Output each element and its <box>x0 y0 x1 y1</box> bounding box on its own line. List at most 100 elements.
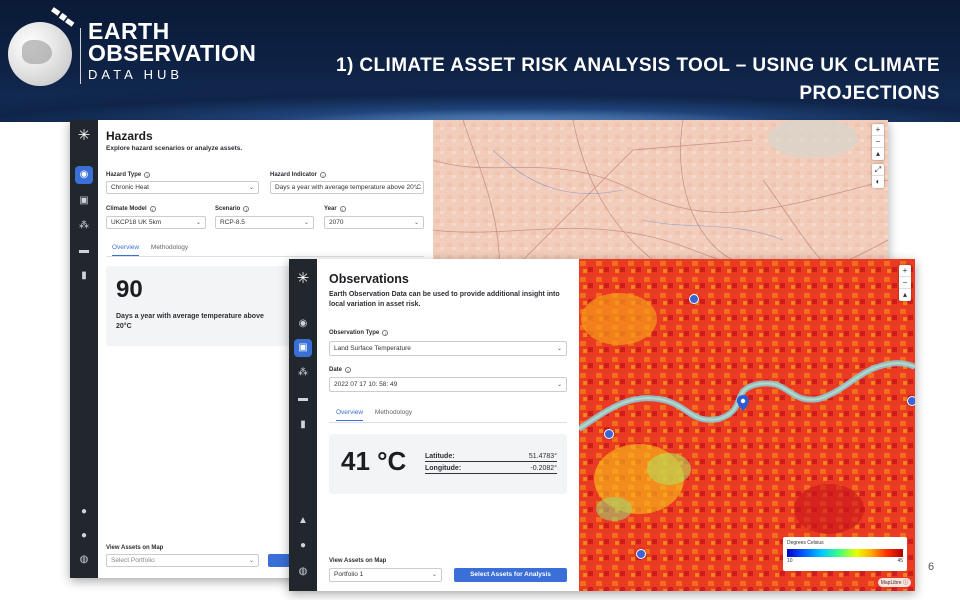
chevron-down-icon: ⌄ <box>413 185 419 191</box>
info-icon: i <box>345 367 352 373</box>
map-zoom-controls: + − ▴ <box>899 265 911 301</box>
view-assets-label: View Assets on Map <box>106 545 164 551</box>
asset-pin[interactable] <box>636 549 646 559</box>
compass-button[interactable]: ▴ <box>872 148 884 160</box>
map-extra-controls: ⤢ ◐ <box>872 164 884 188</box>
network-nav-icon[interactable]: ⁂ <box>294 364 312 382</box>
info-icon: i <box>149 206 156 212</box>
asset-pin[interactable] <box>689 294 699 304</box>
observations-app-window: ✳ ◉ ▣ ⁂ ▬ ▮ ▲ ● ◍ Observations Earth Obs… <box>289 259 915 591</box>
nav-rail: ✳ ◉ ▣ ⁂ ▬ ▮ ▲ ● ◍ <box>289 259 317 591</box>
climate-model-label: Climate Model i <box>106 206 156 212</box>
map-zoom-controls: + − ▴ <box>872 124 884 160</box>
globe-icon <box>8 22 72 86</box>
tab-divider <box>106 256 424 257</box>
chevron-down-icon: ⌄ <box>556 346 562 352</box>
tab-methodology[interactable]: Methodology <box>375 409 412 420</box>
observations-panel: Observations Earth Observation Data can … <box>317 259 579 591</box>
longitude-label: Longitude: <box>425 465 462 472</box>
logo-wordmark: EARTH OBSERVATION DATA HUB <box>88 18 256 83</box>
page-subtitle: Explore hazard scenarios or analyze asse… <box>106 145 243 152</box>
observations-nav-icon[interactable]: ▣ <box>294 339 312 357</box>
info-icon: i <box>144 172 151 178</box>
observation-type-select[interactable]: Land Surface Temperature ⌄ <box>329 341 567 356</box>
legend-color-bar <box>787 549 903 557</box>
chevron-down-icon: ⌄ <box>195 220 201 226</box>
year-label: Year i <box>324 206 346 212</box>
map-attribution[interactable]: MapLibre ⓘ <box>877 578 911 587</box>
logo-divider <box>80 28 81 84</box>
chevron-down-icon: ⌄ <box>248 185 254 191</box>
info-nav-icon[interactable]: ● <box>75 503 93 521</box>
hazard-type-select[interactable]: Chronic Heat ⌄ <box>106 181 259 194</box>
app-logo-icon[interactable]: ✳ <box>76 128 92 144</box>
slide: EARTH OBSERVATION DATA HUB 1) CLIMATE AS… <box>0 0 960 600</box>
hazard-value: 90 <box>116 276 143 303</box>
account-nav-icon[interactable]: ◍ <box>75 551 93 569</box>
longitude-value: -0.2082° <box>530 465 557 472</box>
page-subtitle: Earth Observation Data can be used to pr… <box>329 291 560 308</box>
help-nav-icon[interactable]: ● <box>75 527 93 545</box>
chevron-down-icon: ⌄ <box>556 382 562 388</box>
portfolio-select[interactable]: Portfolio 1 ⌄ <box>329 568 442 582</box>
zoom-out-button[interactable]: − <box>872 136 884 148</box>
hazards-nav-icon[interactable]: ◉ <box>75 166 93 184</box>
folder-nav-icon[interactable]: ▬ <box>75 242 93 260</box>
scenario-select[interactable]: RCP-8.5 ⌄ <box>215 216 314 229</box>
scenario-label: Scenario i <box>215 206 250 212</box>
observation-type-label: Observation Type i <box>329 330 389 336</box>
account-nav-icon[interactable]: ◍ <box>294 563 312 581</box>
zoom-in-button[interactable]: + <box>872 124 884 136</box>
info-icon: i <box>382 330 389 336</box>
logo-line-data-hub: DATA HUB <box>88 67 184 82</box>
tab-overview[interactable]: Overview <box>112 244 140 256</box>
hazards-nav-icon[interactable]: ◉ <box>294 315 312 333</box>
tab-overview[interactable]: Overview <box>336 409 364 421</box>
logo-line-earth: EARTH <box>88 18 170 44</box>
zoom-out-button[interactable]: − <box>899 277 911 289</box>
hazard-indicator-label: Hazard Indicator i <box>270 172 327 178</box>
temperature-value: 41 °C <box>341 446 407 476</box>
chart-nav-icon[interactable]: ▮ <box>75 267 93 285</box>
nav-rail: ✳ ◉ ▣ ⁂ ▬ ▮ ● ● ◍ <box>70 120 98 578</box>
zoom-in-button[interactable]: + <box>899 265 911 277</box>
land-surface-temperature-map[interactable]: + − ▴ Degrees Celsius 10 45 MapLibre ⓘ <box>579 259 915 591</box>
chevron-down-icon: ⌄ <box>431 572 437 578</box>
info-nav-icon[interactable]: ● <box>294 537 312 555</box>
info-icon: ⓘ <box>902 580 908 586</box>
year-select[interactable]: 2070 ⌄ <box>324 216 424 229</box>
layers-button[interactable]: ◐ <box>872 176 884 188</box>
select-assets-button[interactable]: Select Assets for Analysis <box>454 568 567 582</box>
folder-nav-icon[interactable]: ▬ <box>294 390 312 408</box>
app-logo-icon[interactable]: ✳ <box>295 271 311 287</box>
chart-nav-icon[interactable]: ▮ <box>294 416 312 434</box>
observations-tabs: Overview Methodology <box>336 409 422 421</box>
hazard-type-label: Hazard Type i <box>106 172 151 178</box>
hazard-indicator-select[interactable]: Days a year with average temperature abo… <box>270 181 424 194</box>
hazard-value-caption: Days a year with average temperature abo… <box>116 313 264 330</box>
observations-nav-icon[interactable]: ▣ <box>75 192 93 210</box>
fullscreen-button[interactable]: ⤢ <box>872 164 884 176</box>
climate-model-select[interactable]: UKCP18 UK 5km ⌄ <box>106 216 206 229</box>
color-legend: Degrees Celsius 10 45 <box>783 537 907 571</box>
chevron-down-icon: ⌄ <box>248 558 254 564</box>
date-select[interactable]: 2022 07 17 10: 58: 49 ⌄ <box>329 377 567 392</box>
observation-result-card: 41 °C Latitude: 51.4783° Longitude: -0.2… <box>329 434 567 494</box>
tab-divider <box>329 422 567 423</box>
page-title: Hazards <box>106 129 153 143</box>
portfolio-select[interactable]: Select Portfolio ⌄ <box>106 554 259 567</box>
compass-button[interactable]: ▴ <box>899 289 911 301</box>
chevron-down-icon: ⌄ <box>413 220 419 226</box>
latitude-label: Latitude: <box>425 453 455 460</box>
info-icon: i <box>339 206 346 212</box>
page-title: Observations <box>329 272 409 286</box>
tab-methodology[interactable]: Methodology <box>151 244 188 255</box>
network-nav-icon[interactable]: ⁂ <box>75 217 93 235</box>
asset-pin[interactable] <box>604 429 614 439</box>
legend-title: Degrees Celsius <box>787 540 824 546</box>
hazards-tabs: Overview Methodology <box>112 244 198 256</box>
selected-location-marker-icon[interactable] <box>737 395 749 411</box>
notifications-nav-icon[interactable]: ▲ <box>294 512 312 530</box>
asset-pin[interactable] <box>907 396 915 406</box>
slide-title: 1) CLIMATE ASSET RISK ANALYSIS TOOL – US… <box>336 55 940 104</box>
